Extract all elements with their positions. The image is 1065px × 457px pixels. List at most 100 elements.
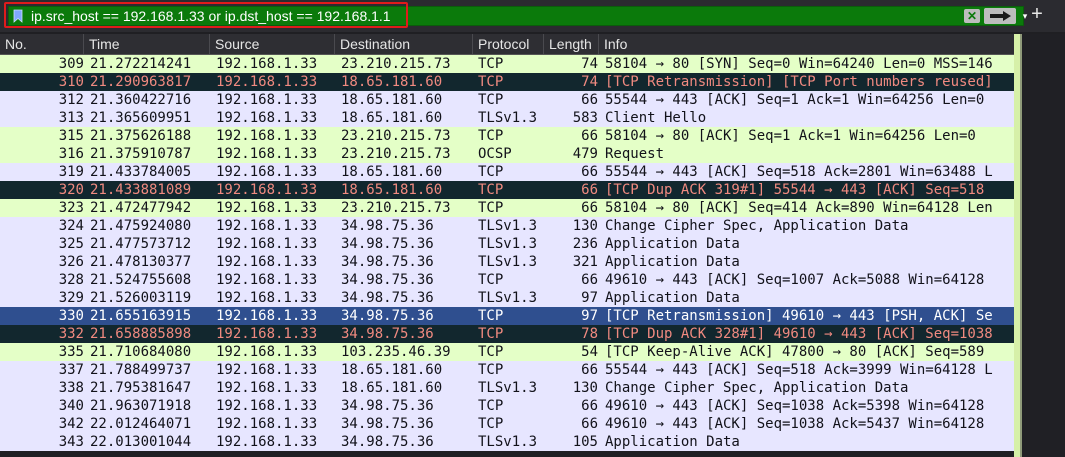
packet-time: 21.658885898 — [90, 326, 192, 342]
packet-row[interactable]: 315 21.375626188 192.168.1.33 23.210.215.73… — [0, 127, 1014, 145]
packet-info: 58104 → 80 [SYN] Seq=0 Win=64240 Len=0 M… — [605, 56, 993, 72]
column-header-info[interactable]: Info — [599, 34, 1014, 54]
packet-info: 49610 → 443 [ACK] Seq=1007 Ack=5088 Win=… — [605, 272, 985, 288]
packet-destination: 34.98.75.36 — [341, 272, 434, 288]
packet-source: 192.168.1.33 — [216, 218, 318, 234]
packet-row[interactable]: 332 21.658885898 192.168.1.33 34.98.75.36 TC… — [0, 325, 1014, 343]
packet-info: 49610 → 443 [ACK] Seq=1038 Ack=5398 Win=… — [605, 398, 985, 414]
packet-time: 21.433881089 — [90, 182, 192, 198]
packet-row[interactable]: 324 21.475924080 192.168.1.33 34.98.75.36 TL… — [0, 217, 1014, 235]
packet-time: 21.472477942 — [90, 200, 192, 216]
packet-destination: 34.98.75.36 — [341, 398, 434, 414]
packet-time: 21.477573712 — [90, 236, 192, 252]
packet-protocol: TCP — [478, 416, 504, 432]
packet-row[interactable]: 343 22.013001044 192.168.1.33 34.98.75.36 TL… — [0, 433, 1014, 451]
packet-protocol: TLSv1.3 — [478, 380, 538, 396]
packet-list[interactable]: 309 21.272214241 192.168.1.33 23.210.215.73… — [0, 55, 1014, 457]
packet-row[interactable]: 316 21.375910787 192.168.1.33 23.210.215.73… — [0, 145, 1014, 163]
packet-row[interactable]: 320 21.433881089 192.168.1.33 18.65.181.60 T… — [0, 181, 1014, 199]
packet-number: 337 — [58, 362, 84, 378]
packet-length: 66 — [581, 92, 598, 108]
packet-row[interactable]: 329 21.526003119 192.168.1.33 34.98.75.36 TL… — [0, 289, 1014, 307]
packet-length: 66 — [581, 200, 598, 216]
packet-row[interactable]: 312 21.360422716 192.168.1.33 18.65.181.60 T… — [0, 91, 1014, 109]
packet-length: 66 — [581, 272, 598, 288]
packet-time: 21.655163915 — [90, 308, 192, 324]
packet-number: 313 — [58, 110, 84, 126]
packet-source: 192.168.1.33 — [216, 110, 318, 126]
packet-row[interactable]: 310 21.290963817 192.168.1.33 18.65.181.60 T… — [0, 73, 1014, 91]
packet-source: 192.168.1.33 — [216, 416, 318, 432]
packet-number: 342 — [58, 416, 84, 432]
packet-info: [TCP Dup ACK 319#1] 55544 → 443 [ACK] Se… — [605, 182, 985, 198]
packet-row[interactable]: 323 21.472477942 192.168.1.33 23.210.215.73… — [0, 199, 1014, 217]
packet-number: 320 — [58, 182, 84, 198]
packet-number: 319 — [58, 164, 84, 180]
packet-length: 97 — [581, 308, 598, 324]
packet-list-minimap[interactable] — [1014, 34, 1065, 457]
packet-row[interactable]: 326 21.478130377 192.168.1.33 34.98.75.36 TL… — [0, 253, 1014, 271]
apply-filter-arrow-icon[interactable] — [984, 8, 1016, 24]
packet-row[interactable]: 335 21.710684080 192.168.1.33 103.235.46.39… — [0, 343, 1014, 361]
packet-time: 21.524755608 — [90, 272, 192, 288]
packet-time: 21.963071918 — [90, 398, 192, 414]
column-header-protocol[interactable]: Protocol — [473, 34, 544, 54]
packet-row[interactable]: 319 21.433784005 192.168.1.33 18.65.181.60 T… — [0, 163, 1014, 181]
packet-row[interactable]: 309 21.272214241 192.168.1.33 23.210.215.73… — [0, 55, 1014, 73]
packet-protocol: TLSv1.3 — [478, 236, 538, 252]
packet-source: 192.168.1.33 — [216, 254, 318, 270]
packet-source: 192.168.1.33 — [216, 182, 318, 198]
packet-source: 192.168.1.33 — [216, 398, 318, 414]
column-header-destination[interactable]: Destination — [335, 34, 473, 54]
column-header-length[interactable]: Length — [544, 34, 599, 54]
packet-source: 192.168.1.33 — [216, 344, 318, 360]
packet-info: Application Data — [605, 434, 740, 450]
packet-protocol: TCP — [478, 92, 504, 108]
packet-row[interactable]: 340 21.963071918 192.168.1.33 34.98.75.36 TC… — [0, 397, 1014, 415]
packet-time: 21.710684080 — [90, 344, 192, 360]
packet-destination: 23.210.215.73 — [341, 200, 451, 216]
packet-number: 330 — [58, 308, 84, 324]
minimap-border — [1020, 34, 1022, 457]
packet-length: 78 — [581, 326, 598, 342]
packet-number: 310 — [58, 74, 84, 90]
packet-protocol: TCP — [478, 398, 504, 414]
packet-number: 312 — [58, 92, 84, 108]
packet-source: 192.168.1.33 — [216, 380, 318, 396]
packet-length: 74 — [581, 74, 598, 90]
column-header-source[interactable]: Source — [210, 34, 335, 54]
packet-length: 479 — [572, 146, 598, 162]
packet-row[interactable]: 325 21.477573712 192.168.1.33 34.98.75.36 TL… — [0, 235, 1014, 253]
packet-protocol: TCP — [478, 362, 504, 378]
packet-info: 55544 → 443 [ACK] Seq=1 Ack=1 Win=64256 … — [605, 92, 985, 108]
packet-source: 192.168.1.33 — [216, 326, 318, 342]
packet-length: 66 — [581, 128, 598, 144]
packet-number: 316 — [58, 146, 84, 162]
packet-row[interactable]: 342 22.012464071 192.168.1.33 34.98.75.36 TC… — [0, 415, 1014, 433]
packet-source: 192.168.1.33 — [216, 128, 318, 144]
packet-row[interactable]: 330 21.655163915 192.168.1.33 34.98.75.36 TC… — [0, 307, 1014, 325]
column-header-no[interactable]: No. — [0, 34, 84, 54]
packet-row[interactable]: 337 21.788499737 192.168.1.33 18.65.181.60 T… — [0, 361, 1014, 379]
packet-row[interactable]: 338 21.795381647 192.168.1.33 18.65.181.60 T… — [0, 379, 1014, 397]
packet-time: 21.788499737 — [90, 362, 192, 378]
packet-number: 329 — [58, 290, 84, 306]
packet-row[interactable]: 328 21.524755608 192.168.1.33 34.98.75.36 TC… — [0, 271, 1014, 289]
packet-protocol: TCP — [478, 308, 504, 324]
packet-source: 192.168.1.33 — [216, 74, 318, 90]
packet-info: [TCP Keep-Alive ACK] 47800 → 80 [ACK] Se… — [605, 344, 985, 360]
packet-source: 192.168.1.33 — [216, 362, 318, 378]
packet-length: 66 — [581, 164, 598, 180]
packet-row[interactable]: 313 21.365609951 192.168.1.33 18.65.181.60 T… — [0, 109, 1014, 127]
packet-info: Change Cipher Spec, Application Data — [605, 218, 909, 234]
column-header-time[interactable]: Time — [84, 34, 210, 54]
packet-time: 21.360422716 — [90, 92, 192, 108]
packet-destination: 23.210.215.73 — [341, 128, 451, 144]
packet-length: 97 — [581, 290, 598, 306]
clear-filter-icon[interactable]: ✕ — [964, 9, 980, 23]
packet-info: 58104 → 80 [ACK] Seq=414 Ack=890 Win=641… — [605, 200, 993, 216]
packet-number: 326 — [58, 254, 84, 270]
packet-source: 192.168.1.33 — [216, 92, 318, 108]
packet-source: 192.168.1.33 — [216, 290, 318, 306]
add-filter-button-icon[interactable]: + — [1029, 4, 1045, 24]
